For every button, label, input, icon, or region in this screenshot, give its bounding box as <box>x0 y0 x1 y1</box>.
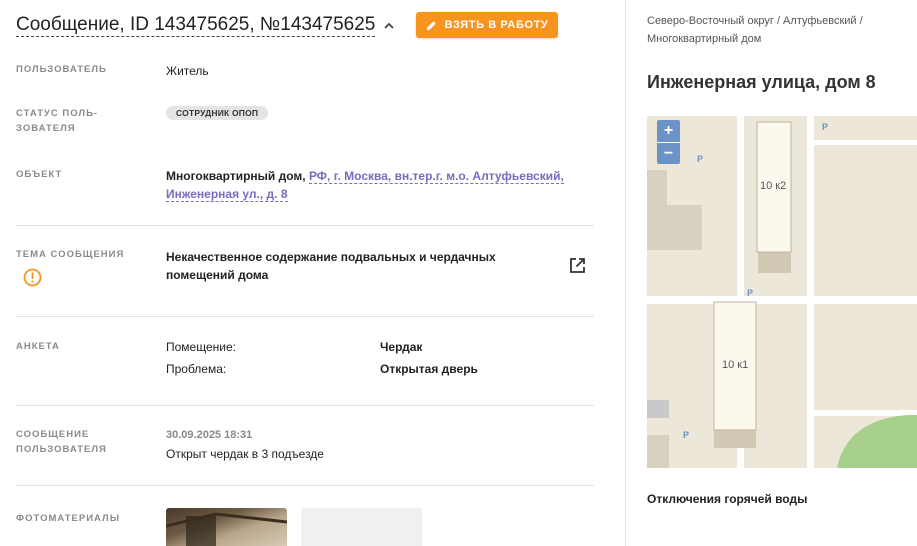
object-address-link[interactable]: РФ, г. Москва, вн.тер.г. м.о. Алтуфьевск… <box>308 169 564 184</box>
user-status-badge: СОТРУДНИК ОПОП <box>166 106 269 120</box>
object-type: Многоквартирный дом, <box>166 169 306 183</box>
message-title-text[interactable]: Сообщение, ID 143475625, №143475625 <box>16 14 376 37</box>
pencil-icon <box>426 20 437 31</box>
map-zoom-controls: + − <box>657 120 680 164</box>
divider <box>16 225 594 226</box>
message-panel: Сообщение, ID 143475625, №143475625 ВЗЯТ… <box>0 0 626 546</box>
object-label: ОБЪЕКТ <box>16 169 63 180</box>
user-message-label-line-1: СООБЩЕНИЕ <box>16 429 90 440</box>
parking-icon: P <box>747 288 754 298</box>
photos-label: ФОТОМАТЕРИАЛЫ <box>16 513 121 524</box>
breadcrumb: Северо-Восточный округ / Алтуфьевский / … <box>647 12 907 48</box>
object-address-link-2[interactable]: Инженерная ул., д. 8 <box>166 187 288 202</box>
building-label: 10 к2 <box>760 180 787 192</box>
survey-value: Открытая дверь <box>380 362 478 376</box>
map-canvas <box>647 110 917 468</box>
divider <box>16 316 594 317</box>
message-title[interactable]: Сообщение, ID 143475625, №143475625 <box>16 14 395 37</box>
zoom-out-button[interactable]: − <box>657 142 680 164</box>
external-link-icon[interactable] <box>568 256 587 275</box>
message-date: 30.09.2025 18:31 <box>166 429 253 441</box>
photo-thumbnail[interactable] <box>301 508 422 546</box>
photo-thumbnail[interactable] <box>166 508 287 546</box>
user-message-label: СООБЩЕНИЕ ПОЛЬЗОВАТЕЛЯ <box>16 427 107 457</box>
user-value: Житель <box>166 64 209 78</box>
warning-icon <box>23 268 42 287</box>
message-text: Открыт чердак в 3 подъезде <box>166 447 324 461</box>
survey-key: Проблема: <box>166 362 227 376</box>
take-to-work-label: ВЗЯТЬ В РАБОТУ <box>444 19 549 31</box>
topic-value: Некачественное содержание подвальных и ч… <box>166 248 546 284</box>
chevron-up-icon[interactable] <box>383 20 395 32</box>
parking-icon: P <box>683 430 690 440</box>
object-value: Многоквартирный дом, РФ, г. Москва, вн.т… <box>166 167 576 203</box>
take-to-work-button[interactable]: ВЗЯТЬ В РАБОТУ <box>416 12 558 38</box>
building-label: 10 к1 <box>722 359 749 371</box>
breadcrumb-line-2[interactable]: Многоквартирный дом <box>647 30 907 48</box>
topic-label: ТЕМА СООБЩЕНИЯ <box>16 249 125 260</box>
user-status-label-line-2: ЗОВАТЕЛЯ <box>16 123 76 134</box>
map[interactable]: + − 10 к2 10 к1 P P P P <box>647 110 917 468</box>
user-status-label-line-1: СТАТУС ПОЛЬ- <box>16 108 99 119</box>
survey-key: Помещение: <box>166 340 236 354</box>
object-address-title: Инженерная улица, дом 8 <box>647 72 876 92</box>
parking-icon: P <box>697 154 704 164</box>
survey-label: АНКЕТА <box>16 341 60 352</box>
user-label: ПОЛЬЗОВАТЕЛЬ <box>16 64 107 75</box>
topic-value-line-1: Некачественное содержание подвальных и ч… <box>166 250 496 264</box>
parking-icon: P <box>822 122 829 132</box>
survey-value: Чердак <box>380 340 423 354</box>
divider <box>16 485 594 486</box>
topic-value-line-2: помещений дома <box>166 268 269 282</box>
divider <box>16 405 594 406</box>
user-status-label: СТАТУС ПОЛЬ- ЗОВАТЕЛЯ <box>16 106 98 136</box>
user-message-label-line-2: ПОЛЬЗОВАТЕЛЯ <box>16 444 107 455</box>
zoom-in-button[interactable]: + <box>657 120 680 142</box>
outage-title: Отключения горячей воды <box>647 492 808 506</box>
breadcrumb-line-1[interactable]: Северо-Восточный округ / Алтуфьевский / <box>647 12 907 30</box>
object-sidebar: Северо-Восточный округ / Алтуфьевский / … <box>627 0 917 546</box>
